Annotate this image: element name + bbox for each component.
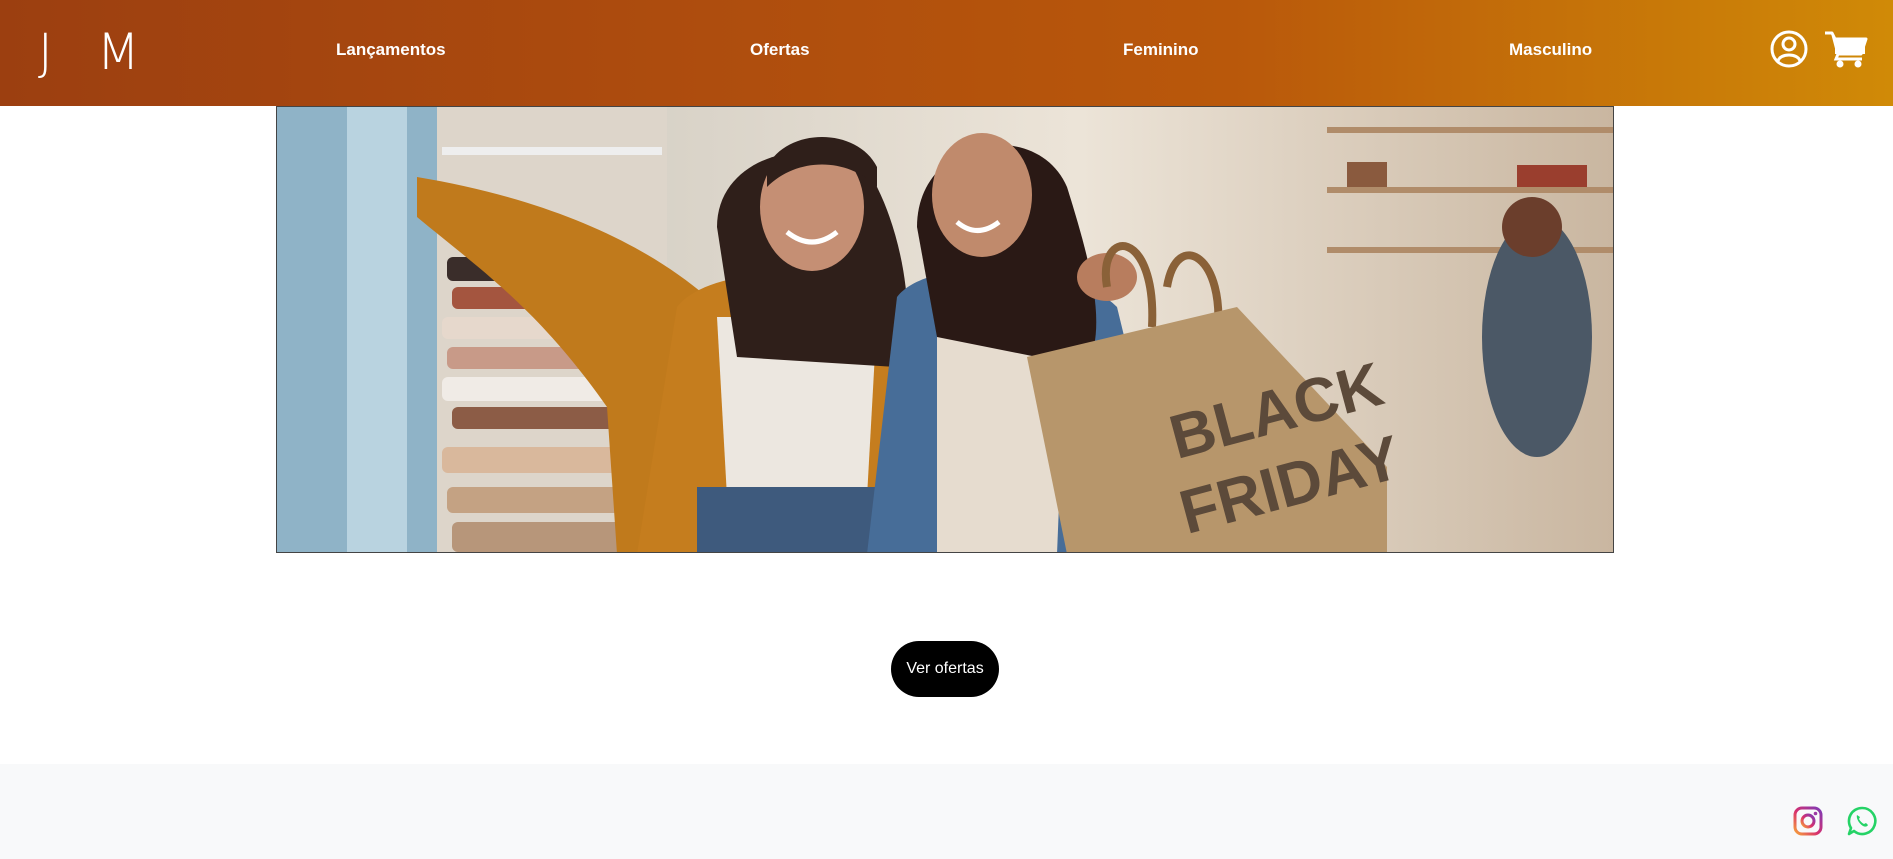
nav-link-lancamentos[interactable]: Lançamentos bbox=[336, 40, 446, 60]
hero-image: BLACK FRIDAY bbox=[277, 107, 1613, 552]
site-header: J M Lançamentos Ofertas Feminino Masculi… bbox=[0, 0, 1893, 106]
cart-icon[interactable] bbox=[1824, 30, 1868, 68]
whatsapp-icon[interactable] bbox=[1846, 805, 1878, 837]
nav-link-feminino[interactable]: Feminino bbox=[1123, 40, 1199, 60]
hero-banner: BLACK FRIDAY bbox=[276, 106, 1614, 553]
nav-link-masculino[interactable]: Masculino bbox=[1509, 40, 1592, 60]
view-offers-button[interactable]: Ver ofertas bbox=[891, 641, 999, 697]
user-icon[interactable] bbox=[1770, 30, 1808, 68]
brand-logo[interactable]: J M bbox=[38, 22, 154, 82]
instagram-icon[interactable] bbox=[1792, 805, 1824, 837]
site-footer bbox=[0, 764, 1893, 859]
nav-link-ofertas[interactable]: Ofertas bbox=[750, 40, 810, 60]
